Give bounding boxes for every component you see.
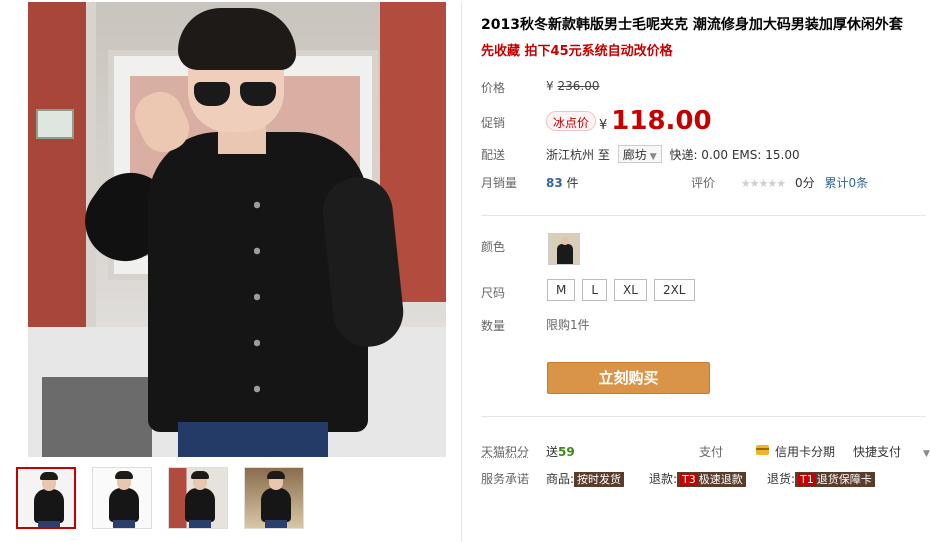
service-return[interactable]: 退货: T1 退货保障卡 — [767, 470, 875, 487]
model-jeans — [178, 422, 328, 457]
refund-code: T3 — [680, 473, 698, 486]
quick-pay-dropdown[interactable]: 快捷支付 ▼ — [853, 443, 930, 460]
thumbnail-2[interactable] — [92, 467, 152, 529]
return-label: 退货: — [767, 472, 796, 486]
thumbnail-1[interactable] — [16, 467, 76, 529]
service-refund[interactable]: 退款: T3 极速退款 — [649, 470, 746, 487]
fast-refund-badge: T3 极速退款 — [677, 472, 746, 487]
rating-summary: 评价 ★★★★★ 0分 累计0条 — [691, 174, 868, 191]
original-price-value: 236.00 — [557, 79, 600, 93]
sales-count: 83 — [546, 176, 563, 190]
points-info: 送59 — [546, 443, 575, 460]
destination-select[interactable]: 廊坊 ▼ — [617, 145, 662, 163]
chevron-down-icon: ▼ — [923, 449, 930, 459]
size-option-2xl[interactable]: 2XL — [653, 279, 695, 301]
model-hair — [178, 8, 296, 70]
size-option-l[interactable]: L — [582, 279, 608, 301]
ship-from: 浙江杭州 — [546, 148, 595, 162]
review-count-link[interactable]: 累计0条 — [824, 176, 868, 190]
thumbnail-3[interactable] — [168, 467, 228, 529]
points-prefix: 送 — [546, 445, 559, 459]
rating-label: 评价 — [691, 176, 716, 190]
destination-value: 廊坊 — [622, 148, 647, 162]
buy-now-button[interactable]: 立刻购买 — [547, 362, 710, 394]
photo-exit-sign — [36, 109, 74, 139]
jacket-buttons — [254, 182, 260, 422]
points-value: 59 — [558, 445, 575, 459]
service-goods[interactable]: 商品: 按时发货 — [546, 470, 625, 487]
rating-score: 0分 — [794, 176, 815, 190]
quick-pay-label: 快捷支付 — [853, 445, 902, 459]
monthly-sales: 83 件 — [546, 174, 579, 191]
promo-currency-symbol: ¥ — [599, 118, 608, 133]
product-subtitle: 先收藏 拍下45元系统自动改价格 — [481, 44, 673, 59]
color-swatch[interactable] — [548, 233, 580, 265]
payment-label: 支付 — [699, 445, 724, 459]
sales-unit: 件 — [566, 176, 579, 190]
thumbnail-strip — [16, 467, 304, 529]
photo-wall-stripe — [86, 2, 96, 342]
product-title: 2013秋冬新款韩版男士毛呢夹克 潮流修身加大码男装加厚休闲外套 — [481, 17, 903, 33]
product-info-panel: 2013秋冬新款韩版男士毛呢夹克 潮流修身加大码男装加厚休闲外套 先收藏 拍下4… — [481, 0, 930, 542]
photo-floor-mat — [42, 377, 152, 457]
size-options: M L XL 2XL — [547, 279, 695, 301]
star-rating-icon: ★★★★★ — [740, 177, 786, 190]
promo-price-value: 118.00 — [611, 106, 712, 136]
return-tag: 退货保障卡 — [816, 473, 872, 486]
promo-badge: 冰点价 — [546, 111, 597, 131]
return-guarantee-badge: T1 退货保障卡 — [795, 472, 875, 487]
divider — [481, 416, 926, 417]
purchase-limit: 限购1件 — [546, 318, 590, 332]
points-label[interactable]: 天猫积分 — [481, 443, 529, 460]
credit-installment-link[interactable]: 信用卡分期 — [775, 443, 835, 460]
return-code: T1 — [798, 473, 816, 486]
shipping-label: 配送 — [481, 148, 506, 162]
refund-tag: 极速退款 — [698, 473, 743, 486]
shipping-fees: 快递: 0.00 EMS: 15.00 — [669, 148, 800, 162]
price-label: 价格 — [481, 81, 506, 95]
photo-wall-left — [28, 2, 86, 342]
color-label: 颜色 — [481, 240, 506, 254]
thumbnail-4[interactable] — [244, 467, 304, 529]
credit-card-icon — [756, 445, 769, 455]
size-option-m[interactable]: M — [547, 279, 576, 301]
monthly-sales-label: 月销量 — [481, 176, 518, 190]
original-price: ¥ 236.00 — [546, 79, 599, 93]
promo-label: 促销 — [481, 116, 506, 130]
goods-label: 商品: — [546, 472, 575, 486]
size-option-xl[interactable]: XL — [614, 279, 647, 301]
sunglasses — [194, 82, 278, 108]
size-label: 尺码 — [481, 286, 506, 300]
promo-price: ¥118.00 — [599, 106, 712, 136]
chevron-down-icon: ▼ — [649, 152, 657, 162]
main-product-image[interactable] — [28, 2, 446, 457]
quantity-label: 数量 — [481, 319, 506, 333]
divider — [481, 215, 926, 216]
ship-on-time-badge: 按时发货 — [574, 472, 625, 487]
ship-to-word: 至 — [597, 148, 610, 162]
service-label: 服务承诺 — [481, 472, 530, 486]
shipping-info: 浙江杭州 至 廊坊 ▼ 快递: 0.00 EMS: 15.00 — [546, 145, 800, 163]
currency-symbol: ¥ — [546, 79, 554, 93]
image-gallery — [7, 2, 462, 542]
refund-label: 退款: — [649, 472, 678, 486]
